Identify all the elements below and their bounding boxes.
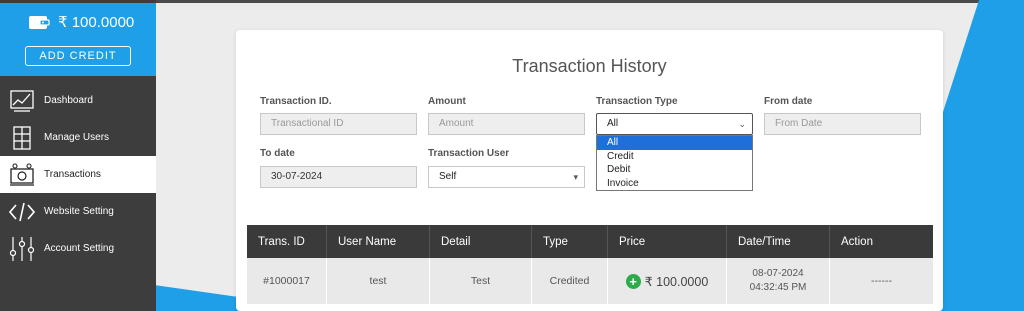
sidebar: ₹ 100.0000 ADD CREDIT Dashboard Manage U… [0,0,156,311]
col-header-type[interactable]: Type [532,225,608,258]
sidebar-item-label: Manage Users [44,132,110,143]
table-header: Trans. ID User Name Detail Type Price Da… [247,225,933,258]
table-row: #1000017 test Test Credited + ₹ 100.0000… [247,258,933,304]
cell-time: 04:32:45 PM [749,282,807,293]
sidebar-item-transactions[interactable]: Transactions [0,156,156,193]
to-date-label: To date [260,148,295,159]
col-header-date-time[interactable]: Date/Time [727,225,830,258]
dropdown-option-credit[interactable]: Credit [597,150,752,164]
cell-trans-id: #1000017 [247,258,327,304]
to-date-input[interactable]: 30-07-2024 [260,166,417,188]
transactions-icon [8,162,36,188]
sidebar-item-account-setting[interactable]: Account Setting [0,230,156,267]
users-icon [8,125,36,151]
trans-id-input[interactable]: Transactional ID [260,113,417,135]
transactions-table: Trans. ID User Name Detail Type Price Da… [247,225,933,304]
sidebar-item-label: Transactions [44,169,101,180]
cell-detail: Test [430,258,532,304]
cell-date: 08-07-2024 [752,268,804,279]
transaction-history-card: Transaction History Transaction ID. Amou… [236,30,943,311]
page-title: Transaction History [512,56,667,76]
cell-price: + ₹ 100.0000 [608,258,727,304]
chevron-down-icon: ⌄ [738,119,746,129]
sidebar-item-label: Website Setting [44,206,114,217]
add-credit-button[interactable]: ADD CREDIT [25,46,131,66]
chart-icon [8,88,36,114]
sidebar-item-manage-users[interactable]: Manage Users [0,119,156,156]
col-header-detail[interactable]: Detail [430,225,532,258]
trans-user-select[interactable]: Self ▾ [428,166,585,188]
caret-down-icon: ▾ [573,172,578,182]
code-icon [8,199,36,225]
sidebar-nav: Dashboard Manage Users Transactions Webs… [0,82,156,267]
dropdown-option-all[interactable]: All [597,136,752,150]
plus-circle-icon: + [625,273,641,289]
cell-user-name: test [327,258,430,304]
col-header-price[interactable]: Price [608,225,727,258]
trans-type-dropdown: All Credit Debit Invoice [596,135,753,191]
wallet-icon [28,13,50,31]
dropdown-option-invoice[interactable]: Invoice [597,177,752,191]
wallet-balance-row: ₹ 100.0000 [28,13,134,31]
cell-date-time: 08-07-2024 04:32:45 PM [727,258,830,304]
wallet-balance: ₹ 100.0000 [58,14,135,31]
sidebar-item-label: Account Setting [44,243,115,254]
trans-user-label: Transaction User [428,148,510,159]
price-value: ₹ 100.0000 [644,274,709,289]
trans-user-value: Self [439,171,457,182]
sidebar-item-label: Dashboard [44,95,93,106]
amount-label: Amount [428,96,466,107]
wallet-panel: ₹ 100.0000 ADD CREDIT [0,3,156,76]
dropdown-option-debit[interactable]: Debit [597,163,752,177]
cell-action: ------ [871,275,892,287]
sidebar-item-website-setting[interactable]: Website Setting [0,193,156,230]
trans-type-label: Transaction Type [596,96,678,107]
from-date-input[interactable]: From Date [764,113,921,135]
amount-input[interactable]: Amount [428,113,585,135]
col-header-action[interactable]: Action [830,225,933,258]
cell-type: Credited [532,258,608,304]
trans-type-select[interactable]: All ⌄ [596,113,753,135]
col-header-trans-id[interactable]: Trans. ID [247,225,327,258]
col-header-user-name[interactable]: User Name [327,225,430,258]
trans-id-label: Transaction ID. [260,96,332,107]
trans-type-value: All [607,118,619,129]
sidebar-item-dashboard[interactable]: Dashboard [0,82,156,119]
from-date-label: From date [764,96,813,107]
sliders-icon [8,236,36,262]
